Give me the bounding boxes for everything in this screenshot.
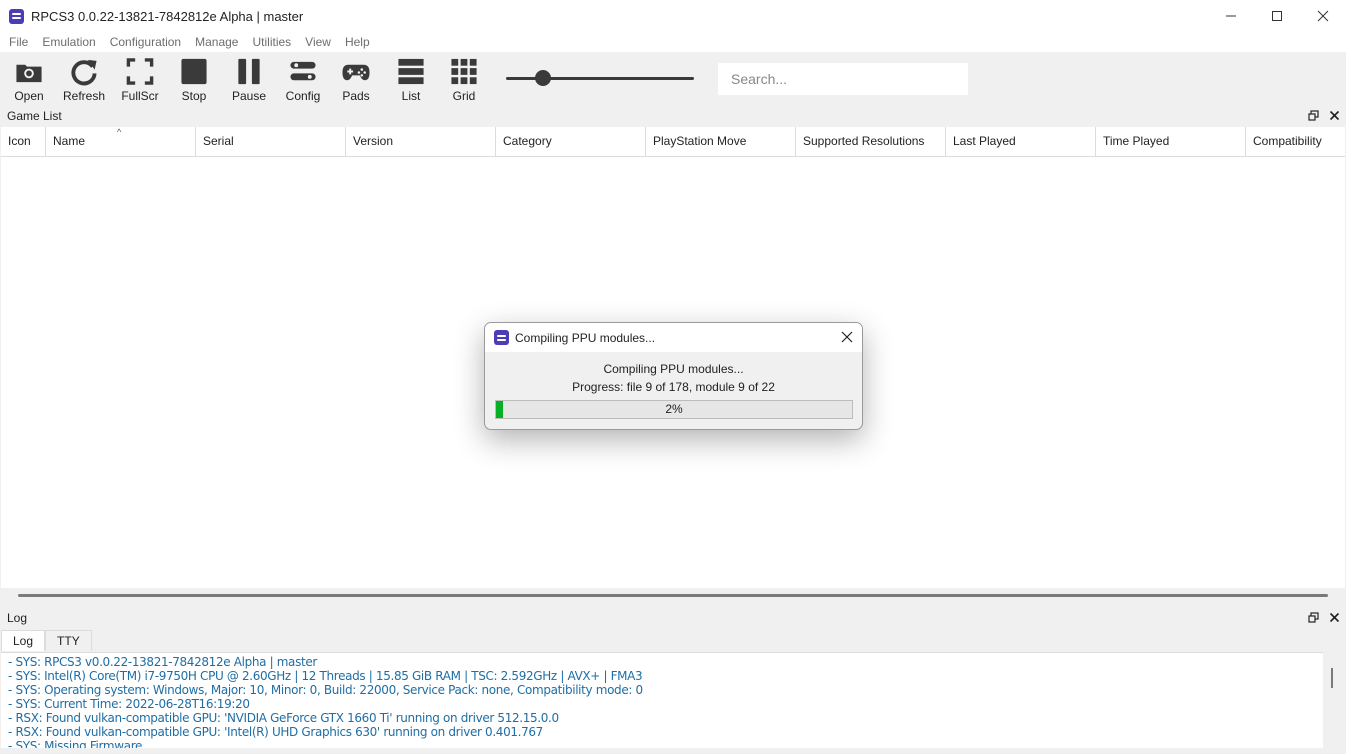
minimize-icon: [1226, 15, 1236, 17]
stop-button[interactable]: Stop: [167, 57, 221, 103]
maximize-icon: [1272, 11, 1282, 21]
menu-utilities[interactable]: Utilities: [245, 35, 298, 49]
column-header-playstation-move[interactable]: PlayStation Move: [646, 127, 796, 157]
list-label: List: [401, 89, 421, 103]
log-line: - SYS: Missing Firmware: [8, 739, 143, 748]
game-list-close-button[interactable]: [1328, 109, 1340, 121]
menu-configuration[interactable]: Configuration: [103, 35, 188, 49]
game-list-horizontal-scrollbar[interactable]: [1, 588, 1345, 606]
pause-label: Pause: [231, 89, 267, 103]
log-line: - SYS: Operating system: Windows, Major:…: [8, 683, 643, 697]
log-dock-title: Log: [0, 607, 1346, 629]
vertical-scroll-handle[interactable]: [1331, 668, 1333, 688]
log-line: - SYS: RPCS3 v0.0.22-13821-7842812e Alph…: [8, 655, 317, 669]
log-dock-controls: [1307, 611, 1340, 623]
window-title: RPCS3 0.0.22-13821-7842812e Alpha | mast…: [31, 8, 304, 24]
folder-camera-icon: [16, 64, 42, 83]
column-header-serial[interactable]: Serial: [196, 127, 346, 157]
game-list-dock-title: Game List: [0, 105, 1346, 127]
slider-handle[interactable]: [535, 70, 551, 86]
stop-icon: [181, 58, 207, 85]
progress-percent: 2%: [665, 402, 683, 416]
close-button[interactable]: [1300, 0, 1346, 32]
column-header-compatibility[interactable]: Compatibility: [1246, 127, 1345, 157]
log-title: Log: [7, 611, 28, 625]
menu-emulation[interactable]: Emulation: [35, 35, 102, 49]
menu-file[interactable]: File: [2, 35, 35, 49]
list-icon: [398, 58, 424, 85]
log-line: - RSX: Found vulkan-compatible GPU: 'NVI…: [8, 711, 559, 725]
pads-button[interactable]: Pads: [329, 57, 383, 103]
fullscreen-icon: [126, 58, 154, 85]
refresh-icon: [71, 59, 97, 86]
grid-view-button[interactable]: Grid: [437, 57, 491, 103]
float-window-icon: [1307, 611, 1319, 623]
log-line: - SYS: Current Time: 2022-06-28T16:19:20: [8, 697, 250, 711]
column-header-supported-resolutions[interactable]: Supported Resolutions: [796, 127, 946, 157]
rpcs3-app-icon: [494, 330, 509, 345]
game-list-title: Game List: [7, 109, 62, 123]
icon-size-slider[interactable]: [506, 69, 694, 87]
float-window-icon: [1307, 109, 1319, 121]
column-header-time-played[interactable]: Time Played: [1096, 127, 1246, 157]
maximize-button[interactable]: [1254, 0, 1300, 32]
fullscreen-label: FullScr: [121, 89, 159, 103]
refresh-label: Refresh: [62, 89, 106, 103]
log-line: - RSX: Found vulkan-compatible GPU: 'Int…: [8, 725, 543, 739]
title-bar: RPCS3 0.0.22-13821-7842812e Alpha | mast…: [0, 0, 1346, 32]
menu-manage[interactable]: Manage: [188, 35, 245, 49]
search-input[interactable]: [718, 63, 968, 95]
toolbar: Open Refresh FullScr Stop Pause Config P…: [0, 52, 1346, 105]
column-header-category[interactable]: Category: [496, 127, 646, 157]
grid-label: Grid: [452, 89, 476, 103]
game-list-dock-controls: [1307, 109, 1340, 121]
close-icon: [1317, 10, 1329, 22]
game-list-header: Icon Name ^ Serial Version Category Play…: [1, 127, 1345, 157]
config-button[interactable]: Config: [276, 57, 330, 103]
dialog-title: Compiling PPU modules...: [515, 330, 656, 345]
menu-help[interactable]: Help: [338, 35, 377, 49]
log-float-button[interactable]: [1307, 611, 1319, 623]
refresh-button[interactable]: Refresh: [57, 57, 111, 103]
config-label: Config: [285, 89, 321, 103]
log-line: - SYS: Intel(R) Core(TM) i7-9750H CPU @ …: [8, 669, 643, 683]
fullscreen-button[interactable]: FullScr: [113, 57, 167, 103]
pause-button[interactable]: Pause: [222, 57, 276, 103]
menu-bar: File Emulation Configuration Manage Util…: [0, 32, 1346, 52]
open-button[interactable]: Open: [2, 57, 56, 103]
log-vertical-scrollbar[interactable]: [1323, 652, 1343, 748]
close-icon: [1329, 110, 1339, 120]
pause-icon: [238, 58, 260, 85]
stop-label: Stop: [181, 89, 207, 103]
dialog-close-icon[interactable]: [840, 330, 854, 344]
rpcs3-app-icon: [9, 8, 24, 24]
log-output[interactable]: - SYS: RPCS3 v0.0.22-13821-7842812e Alph…: [1, 652, 1323, 748]
close-icon: [1329, 612, 1339, 622]
game-list-float-button[interactable]: [1307, 109, 1319, 121]
compile-progress-dialog: Compiling PPU modules... Compiling PPU m…: [484, 322, 863, 430]
log-tabs: Log TTY: [1, 630, 92, 652]
dialog-title-bar: Compiling PPU modules...: [485, 323, 862, 352]
dialog-progress-text: Progress: file 9 of 178, module 9 of 22: [572, 380, 775, 394]
log-close-button[interactable]: [1328, 611, 1340, 623]
config-icon: [290, 61, 316, 81]
list-view-button[interactable]: List: [384, 57, 438, 103]
minimize-button[interactable]: [1208, 0, 1254, 32]
open-label: Open: [14, 89, 44, 103]
grid-icon: [451, 58, 477, 85]
tab-tty[interactable]: TTY: [45, 630, 92, 651]
column-header-icon[interactable]: Icon: [1, 127, 46, 157]
progress-bar: 2%: [495, 400, 853, 419]
horizontal-scroll-handle[interactable]: [18, 594, 1328, 597]
menu-view[interactable]: View: [298, 35, 338, 49]
window-controls: [1208, 0, 1346, 32]
tab-log[interactable]: Log: [1, 630, 46, 651]
column-header-version[interactable]: Version: [346, 127, 496, 157]
window-bottom-edge: [0, 748, 1346, 754]
column-header-last-played[interactable]: Last Played: [946, 127, 1096, 157]
sort-ascending-icon: ^: [117, 127, 122, 137]
dialog-message: Compiling PPU modules...: [603, 362, 744, 376]
gamepad-icon: [342, 64, 370, 81]
pads-label: Pads: [342, 89, 370, 103]
